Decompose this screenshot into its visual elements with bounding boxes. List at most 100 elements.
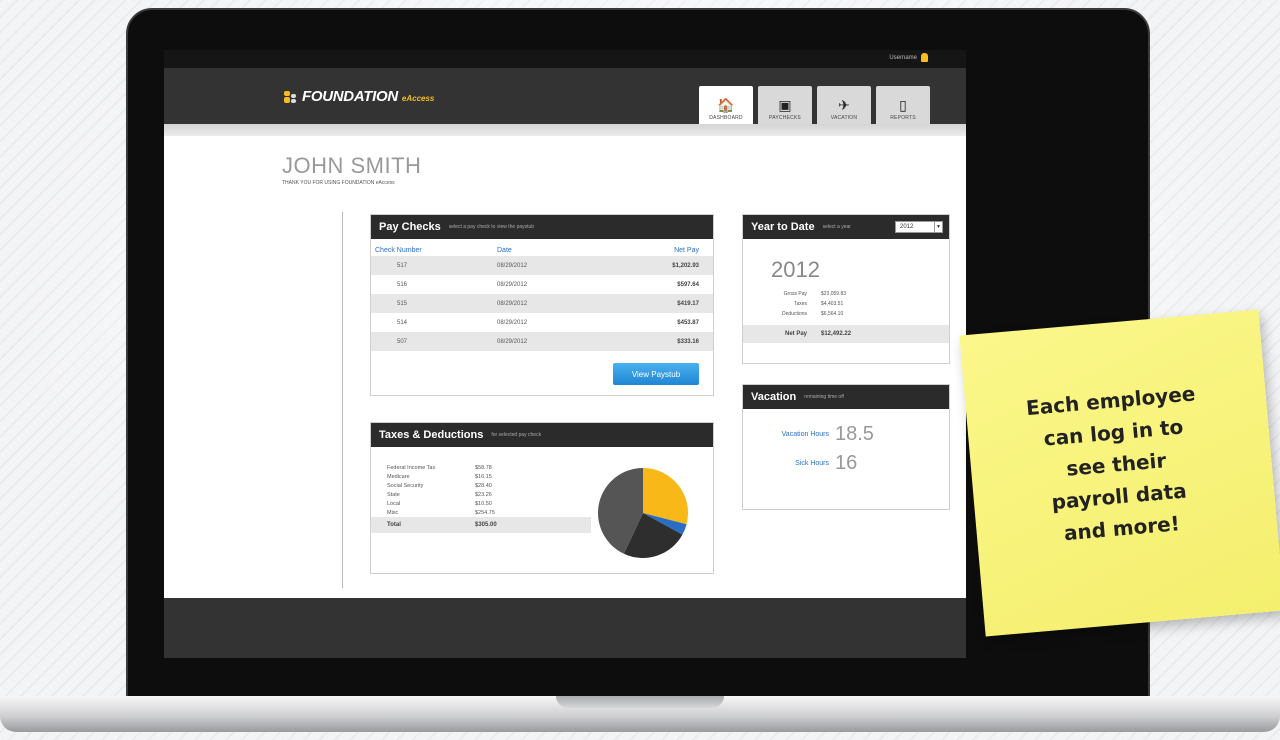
chevron-down-icon: ▼ — [934, 222, 942, 232]
paycheck-icon: ▣ — [778, 97, 792, 113]
taxes-panel: Taxes & Deductions for selected pay chec… — [370, 422, 714, 574]
net-pay: $453.87 — [677, 319, 699, 326]
tax-value: $58.78 — [475, 464, 492, 471]
top-strip: Username — [164, 50, 966, 68]
vacation-hours-value: 18.5 — [835, 423, 874, 445]
paychecks-panel: Pay Checks select a pay check to view th… — [370, 214, 714, 396]
header-subbar — [164, 124, 966, 136]
tax-label: State — [387, 491, 400, 498]
panel-header: Year to Date select a year 2012 ▼ — [743, 215, 949, 239]
column-header[interactable]: Check Number — [375, 247, 497, 254]
brand-sub: eAccess — [401, 94, 435, 103]
check-number: 515 — [397, 300, 408, 307]
ytd-panel: Year to Date select a year 2012 ▼ 2012 G… — [742, 214, 950, 364]
panel-title: Pay Checks — [379, 221, 441, 233]
tab-label: DASHBOARD — [709, 115, 743, 121]
tax-value: $254.75 — [475, 509, 495, 516]
vacation-panel: Vacation remaining time off Vacation Hou… — [742, 384, 950, 510]
ytd-lines: Gross Pay $23,059.83 Taxes $4,403.51 Ded… — [743, 289, 949, 319]
panel-subtitle: remaining time off — [804, 394, 844, 400]
check-date: 08/29/2012 — [497, 300, 528, 307]
tax-total-value: $305.00 — [475, 522, 497, 528]
user-menu[interactable]: Username — [889, 53, 928, 62]
ytd-net-label: Net Pay — [784, 331, 807, 337]
panel-title: Vacation — [751, 391, 797, 403]
tab-label: VACATION — [830, 115, 858, 121]
net-pay: $419.17 — [677, 300, 699, 307]
tax-value: $10.50 — [475, 500, 492, 507]
tax-label: Misc — [387, 509, 399, 516]
tax-value: $28.40 — [475, 482, 492, 489]
tab-dashboard[interactable]: 🏠 DASHBOARD — [699, 86, 753, 124]
ytd-net-value: $12,492.22 — [821, 331, 852, 337]
tab-reports[interactable]: ▯ REPORTS — [876, 86, 930, 124]
panel-header: Vacation remaining time off — [743, 385, 949, 409]
ytd-value: $6,564.10 — [821, 311, 844, 317]
selected-year: 2012 — [900, 224, 914, 230]
table-row[interactable]: 516 08/29/2012 $597.64 — [371, 275, 713, 294]
check-date: 08/29/2012 — [497, 281, 528, 288]
tax-value: $23.26 — [475, 491, 492, 498]
home-icon: 🏠 — [717, 97, 735, 113]
table-row[interactable]: 515 08/29/2012 $419.17 — [371, 294, 713, 313]
net-pay: $597.64 — [677, 281, 699, 288]
panel-title: Year to Date — [751, 221, 815, 233]
check-date: 08/29/2012 — [497, 262, 528, 269]
check-date: 08/29/2012 — [497, 319, 528, 326]
sick-hours-row: Sick Hours 16 — [763, 452, 949, 475]
deductions-pie-chart — [598, 468, 688, 558]
check-number: 517 — [397, 262, 408, 269]
column-header[interactable]: Net Pay — [627, 247, 699, 254]
nav-tabs: 🏠 DASHBOARD ▣ PAYCHECKS ✈ VACATION ▯ REP… — [699, 86, 930, 124]
table-row[interactable]: 507 08/29/2012 $333.16 — [371, 332, 713, 351]
tax-label: Federal Income Tax — [387, 464, 436, 471]
ytd-year: 2012 — [771, 257, 820, 282]
tab-label: PAYCHECKS — [769, 115, 801, 121]
ytd-net-row: Net Pay $12,492.22 — [743, 325, 949, 343]
brand-name: FOUNDATION — [302, 88, 398, 105]
ytd-label: Deductions — [781, 311, 807, 317]
tab-label: REPORTS — [890, 115, 916, 121]
panel-title: Taxes & Deductions — [379, 429, 484, 441]
view-paystub-button[interactable]: View Paystub — [613, 363, 699, 385]
tax-label: Social Security — [387, 482, 424, 489]
ytd-value: $4,403.51 — [821, 301, 844, 307]
tax-value: $16.15 — [475, 473, 492, 480]
tab-paychecks[interactable]: ▣ PAYCHECKS — [758, 86, 812, 124]
ytd-label: Taxes — [793, 301, 807, 307]
panel-subtitle: for selected pay check — [491, 432, 542, 438]
sticky-note: Each employee can log in to see their pa… — [959, 309, 1280, 637]
laptop-notch — [556, 696, 724, 708]
airplane-icon: ✈ — [838, 97, 850, 113]
table-row[interactable]: 517 08/29/2012 $1,202.93 — [371, 256, 713, 275]
ytd-value: $23,059.83 — [821, 291, 847, 297]
table-row[interactable]: 514 08/29/2012 $453.87 — [371, 313, 713, 332]
panel-header: Pay Checks select a pay check to view th… — [371, 215, 713, 239]
ytd-line: Gross Pay $23,059.83 — [743, 289, 949, 299]
employee-name: JOHN SMITH — [282, 153, 422, 178]
year-select[interactable]: 2012 ▼ — [895, 221, 943, 233]
panel-subtitle: select a year — [822, 224, 851, 230]
tax-total-row: Total $305.00 — [371, 517, 591, 533]
check-number: 507 — [397, 338, 408, 345]
check-date: 08/29/2012 — [497, 338, 528, 345]
panel-subtitle: select a pay check to view the paystub — [448, 224, 535, 230]
check-number: 516 — [397, 281, 408, 288]
sticky-note-text: Each employee can log in to see their pa… — [995, 375, 1238, 554]
ytd-line: Taxes $4,403.51 — [743, 299, 949, 309]
user-icon — [921, 53, 928, 62]
sick-hours-value: 16 — [835, 452, 858, 474]
tax-label: Local — [387, 500, 401, 507]
brand-logo[interactable]: FOUNDATION eAccess — [284, 88, 434, 105]
check-number: 514 — [397, 319, 408, 326]
vacation-hours-label[interactable]: Vacation Hours — [763, 431, 829, 438]
people-icon — [284, 90, 298, 103]
document-icon: ▯ — [899, 97, 907, 113]
sick-hours-label[interactable]: Sick Hours — [763, 460, 829, 467]
column-header[interactable]: Date — [497, 247, 627, 254]
panel-header: Taxes & Deductions for selected pay chec… — [371, 423, 713, 447]
app-header: FOUNDATION eAccess 🏠 DASHBOARD ▣ PAYCHEC… — [164, 68, 966, 124]
tab-vacation[interactable]: ✈ VACATION — [817, 86, 871, 124]
net-pay: $333.16 — [677, 338, 699, 345]
tax-label: Medicare — [387, 473, 410, 480]
